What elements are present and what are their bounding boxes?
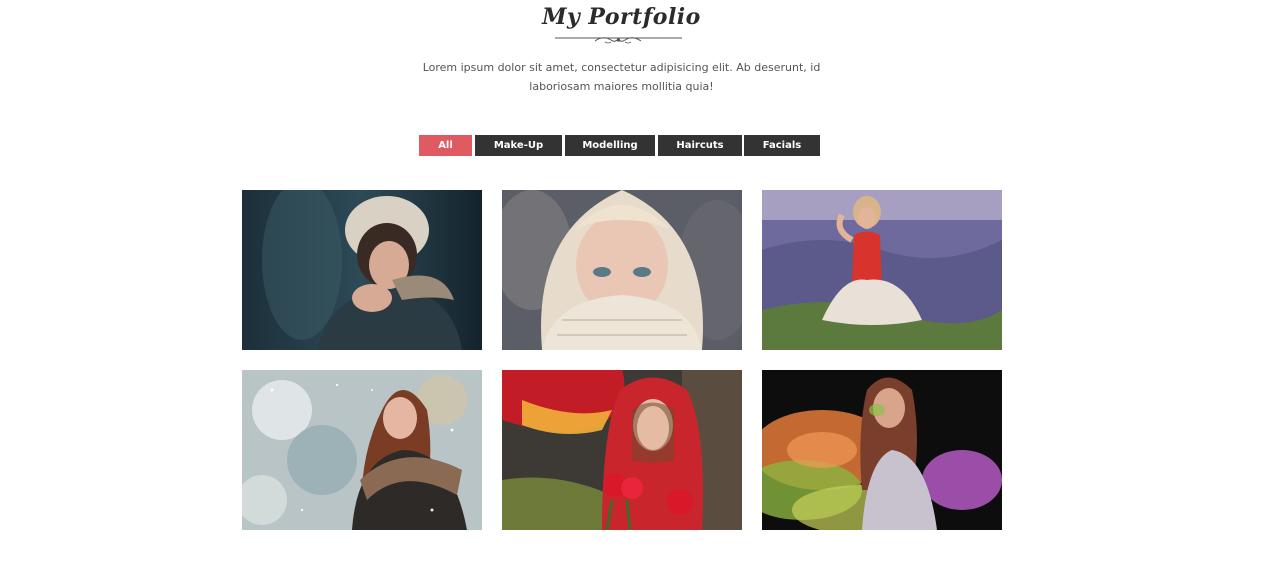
portfolio-item-6[interactable]: [762, 370, 1002, 530]
woman-in-colored-powder-photo: [762, 370, 1002, 530]
filter-makeup-button[interactable]: Make-Up: [475, 135, 562, 156]
portfolio-item-4[interactable]: [242, 370, 482, 530]
filter-facials-button[interactable]: Facials: [744, 135, 820, 156]
portfolio-description: Lorem ipsum dolor sit amet, consectetur …: [0, 58, 1243, 96]
portfolio-item-5[interactable]: [502, 370, 742, 530]
page-title: My Portfolio: [542, 4, 701, 30]
ornament-divider-icon: [555, 37, 682, 44]
description-line-1: Lorem ipsum dolor sit amet, consectetur …: [422, 61, 821, 74]
woman-in-red-headscarf-photo: [502, 370, 742, 530]
filter-modelling-button[interactable]: Modelling: [565, 135, 655, 156]
woman-in-lavender-field-photo: [762, 190, 1002, 350]
woman-in-snow-photo: [242, 370, 482, 530]
woman-in-fur-hood-photo: [242, 190, 482, 350]
filter-haircuts-button[interactable]: Haircuts: [658, 135, 742, 156]
portfolio-item-1[interactable]: [242, 190, 482, 350]
portfolio-section: My Portfolio Lorem ipsum dolor sit amet,…: [0, 0, 1281, 579]
portfolio-item-2[interactable]: [502, 190, 742, 350]
blonde-woman-in-sweater-photo: [502, 190, 742, 350]
filter-all-button[interactable]: All: [419, 135, 472, 156]
portfolio-item-3[interactable]: [762, 190, 1002, 350]
description-line-2: laboriosam maiores mollitia quia!: [529, 80, 714, 93]
